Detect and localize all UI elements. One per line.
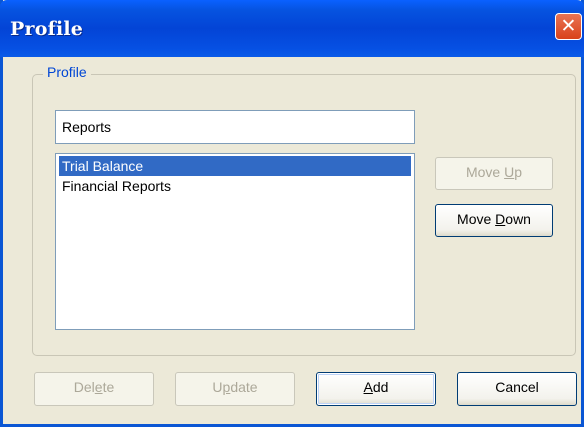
- close-button[interactable]: ✕: [555, 13, 582, 40]
- profile-name-input[interactable]: [55, 110, 415, 144]
- groupbox-label: Profile: [43, 64, 91, 80]
- update-button[interactable]: Update: [175, 372, 295, 406]
- profile-dialog: Profile ✕ Profile Trial Balance Financia…: [0, 0, 584, 427]
- move-down-button[interactable]: Move Down: [435, 204, 553, 237]
- move-up-button[interactable]: Move Up: [435, 157, 553, 190]
- delete-button[interactable]: Delete: [34, 372, 154, 406]
- report-listbox[interactable]: Trial Balance Financial Reports: [55, 153, 415, 330]
- add-button[interactable]: Add: [316, 372, 436, 406]
- close-icon: ✕: [560, 15, 577, 37]
- cancel-button[interactable]: Cancel: [457, 372, 577, 406]
- title-bar[interactable]: Profile ✕: [0, 0, 584, 57]
- list-item[interactable]: Trial Balance: [59, 156, 411, 176]
- window-title: Profile: [10, 18, 84, 40]
- list-item[interactable]: Financial Reports: [59, 176, 411, 196]
